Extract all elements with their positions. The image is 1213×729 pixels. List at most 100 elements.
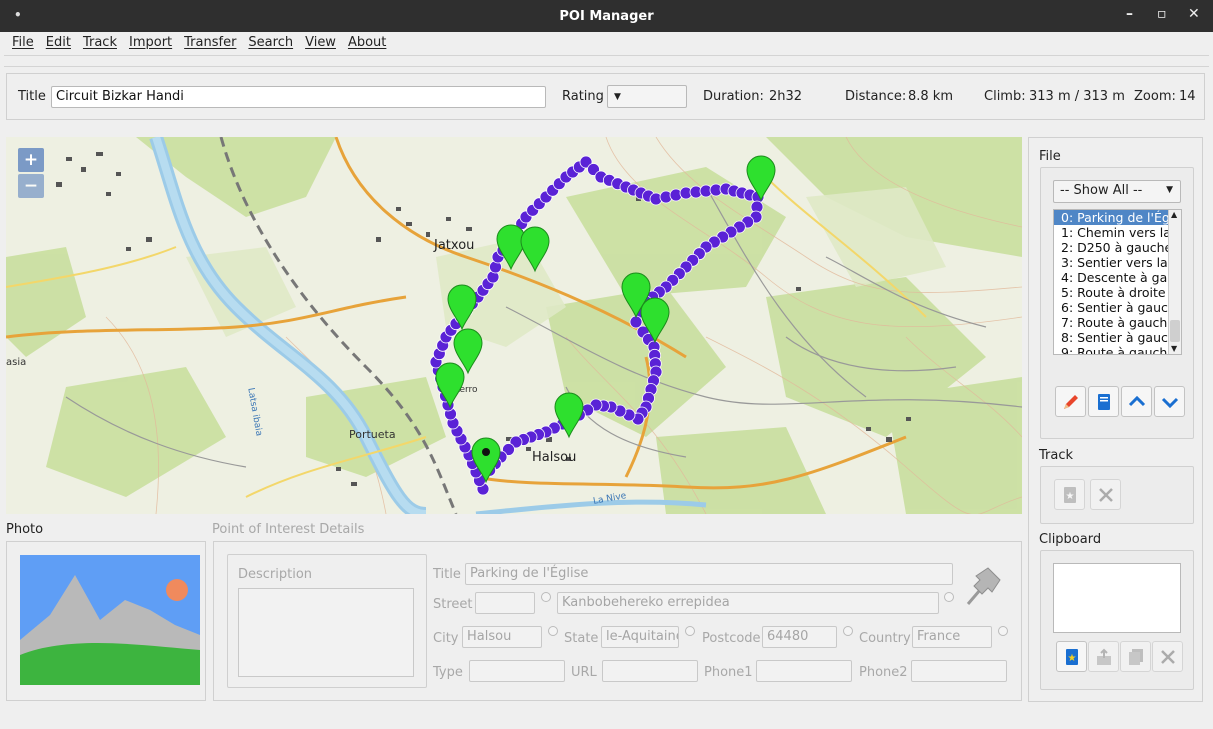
waypoint-filter-select[interactable]: -- Show All -- ▼: [1053, 180, 1181, 203]
move-up-button[interactable]: [1121, 386, 1152, 417]
photo-panel: [6, 541, 206, 701]
country-input[interactable]: France: [912, 626, 992, 648]
state-input[interactable]: le-Aquitaine: [601, 626, 679, 648]
city-input[interactable]: Halsou: [462, 626, 542, 648]
menu-search[interactable]: Search: [248, 35, 293, 50]
rating-label: Rating: [562, 89, 604, 104]
state-radio[interactable]: [685, 626, 695, 636]
scrollbar-thumb[interactable]: [1170, 320, 1180, 342]
copy-clipboard-button[interactable]: [1120, 641, 1151, 672]
poi-title-input[interactable]: Parking de l'Église: [465, 563, 953, 585]
waypoint-marker[interactable]: [435, 362, 465, 409]
details-title: Point of Interest Details: [212, 522, 365, 537]
window-titlebar: • POI Manager – ▫ ✕: [0, 0, 1213, 32]
list-item[interactable]: 3: Sentier vers la: [1054, 255, 1181, 270]
list-item[interactable]: 1: Chemin vers la: [1054, 225, 1181, 240]
list-item[interactable]: 6: Sentier à gauch: [1054, 300, 1181, 315]
copy-icon: [1128, 648, 1143, 665]
scroll-up-icon[interactable]: ▲: [1171, 210, 1177, 219]
postcode-radio[interactable]: [843, 626, 853, 636]
zoom-in-button[interactable]: +: [18, 148, 44, 172]
close-icon[interactable]: ✕: [1188, 6, 1200, 22]
menu-view[interactable]: View: [305, 35, 336, 50]
waypoint-markers: [435, 155, 776, 484]
state-label: State: [564, 631, 599, 646]
postcode-input[interactable]: 64480: [762, 626, 837, 648]
delete-icon: [1160, 649, 1175, 664]
list-item[interactable]: 9: Route à gauche: [1054, 345, 1181, 354]
track-overlay: [429, 155, 776, 496]
poi-title-label: Title: [433, 567, 461, 582]
copy-waypoint-button[interactable]: [1088, 386, 1119, 417]
list-item[interactable]: 0: Parking de l'Église: [1054, 210, 1181, 225]
clear-clipboard-button[interactable]: [1152, 641, 1183, 672]
menu-about[interactable]: About: [348, 35, 386, 50]
menu-edit[interactable]: Edit: [46, 35, 71, 50]
document-icon: [1097, 393, 1110, 410]
street-input[interactable]: Kanbobehereko errepidea: [557, 592, 939, 614]
phone1-input[interactable]: [756, 660, 852, 682]
street-number-radio[interactable]: [541, 592, 551, 602]
street-number-input[interactable]: [475, 592, 535, 614]
list-item[interactable]: 2: D250 à gauche: [1054, 240, 1181, 255]
description-input[interactable]: [238, 588, 414, 677]
list-item[interactable]: 8: Sentier à gauch: [1054, 330, 1181, 345]
svg-text:★: ★: [1065, 491, 1074, 502]
paste-waypoint-button[interactable]: ★: [1056, 641, 1087, 672]
pencil-icon: [1063, 394, 1078, 409]
menu-file[interactable]: File: [12, 35, 34, 50]
country-radio[interactable]: [998, 626, 1008, 636]
arrow-up-icon: [1128, 395, 1145, 406]
track-delete-button[interactable]: [1090, 479, 1121, 510]
photo-placeholder-icon[interactable]: [20, 555, 200, 685]
track-waypoint-button[interactable]: ★: [1054, 479, 1085, 510]
edit-waypoint-button[interactable]: [1055, 386, 1086, 417]
url-input[interactable]: [602, 660, 698, 682]
svg-text:★: ★: [1067, 653, 1076, 664]
duration-value: 2h32: [769, 89, 803, 104]
arrow-down-icon: [1161, 397, 1178, 408]
clipboard-list[interactable]: [1053, 563, 1181, 633]
move-down-button[interactable]: [1154, 386, 1185, 417]
type-input[interactable]: [469, 660, 565, 682]
title-input[interactable]: Circuit Bizkar Handi: [51, 86, 546, 108]
distance-label: Distance:: [845, 89, 907, 104]
scroll-down-icon[interactable]: ▼: [1171, 344, 1177, 353]
track-panel-title: Track: [1039, 448, 1074, 463]
pushpin-icon[interactable]: [960, 564, 1006, 610]
delete-icon: [1098, 487, 1113, 502]
chevron-down-icon: ▼: [614, 92, 621, 102]
menu-import[interactable]: Import: [129, 35, 172, 50]
street-radio[interactable]: [944, 592, 954, 602]
minimize-icon[interactable]: –: [1126, 6, 1133, 22]
postcode-label: Postcode: [702, 631, 761, 646]
list-item[interactable]: 5: Route à droite: [1054, 285, 1181, 300]
rating-select[interactable]: ▼: [607, 85, 687, 108]
photo-title: Photo: [6, 522, 44, 537]
distance-value: 8.8 km: [908, 89, 953, 104]
waypoint-list[interactable]: 0: Parking de l'Église 1: Chemin vers la…: [1053, 209, 1182, 355]
list-item[interactable]: 4: Descente à gau: [1054, 270, 1181, 285]
chevron-down-icon: ▼: [1166, 185, 1173, 195]
list-scrollbar[interactable]: ▲ ▼: [1168, 210, 1181, 354]
maximize-icon[interactable]: ▫: [1157, 6, 1167, 22]
url-label: URL: [571, 665, 597, 680]
waypoint-marker[interactable]: [520, 226, 550, 273]
export-clipboard-button[interactable]: [1088, 641, 1119, 672]
menu-bar: File Edit Track Import Transfer Search V…: [0, 32, 1213, 52]
city-label: City: [433, 631, 459, 646]
menu-track[interactable]: Track: [83, 35, 117, 50]
zoom-out-button[interactable]: −: [18, 174, 44, 198]
file-panel-title: File: [1039, 149, 1061, 164]
duration-label: Duration:: [703, 89, 764, 104]
separator: [4, 66, 1209, 67]
title-label: Title: [18, 89, 46, 104]
star-document-icon: ★: [1065, 648, 1078, 665]
list-item[interactable]: 7: Route à gauche: [1054, 315, 1181, 330]
map-view[interactable]: Jatxou Halsou Portueta La Nive Kerro Lat…: [6, 137, 1022, 514]
window-menu-icon[interactable]: •: [14, 8, 22, 22]
menu-transfer[interactable]: Transfer: [184, 35, 236, 50]
star-document-icon: ★: [1063, 486, 1076, 503]
city-radio[interactable]: [548, 626, 558, 636]
phone2-input[interactable]: [911, 660, 1007, 682]
